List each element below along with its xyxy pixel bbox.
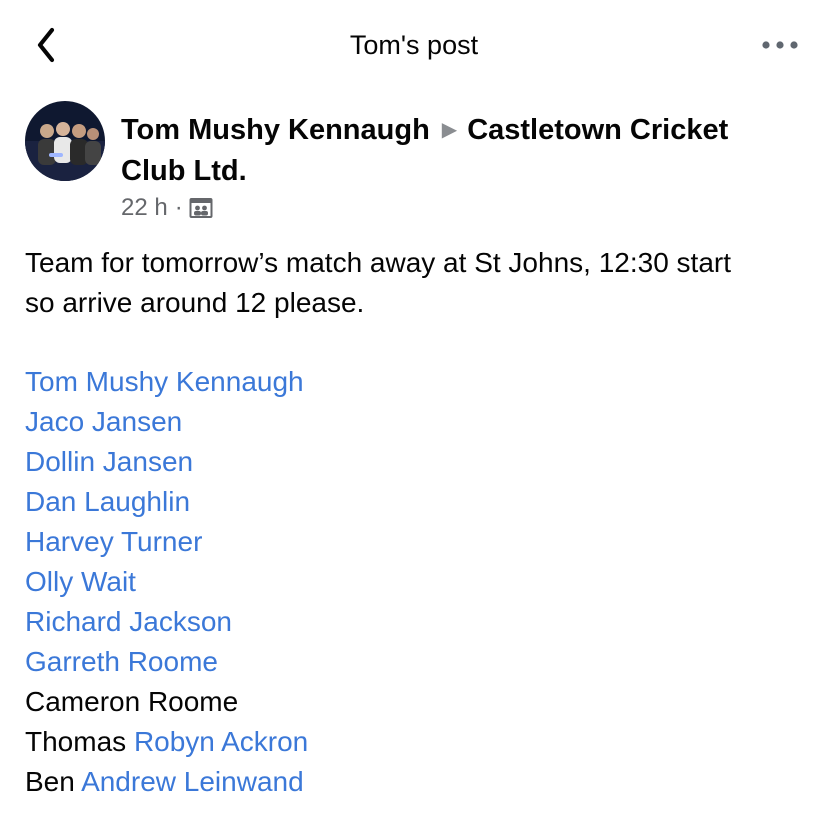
author-name[interactable]: Tom Mushy Kennaugh	[121, 114, 430, 146]
lineup-row: Thomas Robyn Ackron	[25, 722, 308, 762]
shared-to-arrow-icon: ▶	[441, 119, 458, 141]
separator-dot: ·	[174, 194, 183, 221]
page-title: Tom's post	[349, 30, 479, 60]
player-mention-link[interactable]: Andrew Leinwand	[81, 766, 304, 797]
lineup-row: Ben Andrew Leinwand	[25, 762, 308, 802]
player-mention-link[interactable]: Garreth Roome	[25, 646, 218, 677]
lineup-row: Jaco Jansen	[25, 402, 308, 442]
lineup-row: Tom Mushy Kennaugh	[25, 362, 308, 402]
player-mention-link[interactable]: Dollin Jansen	[25, 446, 193, 477]
post-body-line: Team for tomorrow’s match away at St Joh…	[25, 247, 732, 278]
player-name: Thomas	[25, 726, 127, 757]
more-options-button[interactable]	[760, 38, 800, 52]
player-mention-link[interactable]: Olly Wait	[25, 566, 136, 597]
post-header: Tom Mushy Kennaugh ▶ Castletown Cricket Cl…	[121, 110, 781, 192]
more-icon	[762, 41, 798, 49]
post-body-line: so arrive around 12 please.	[25, 287, 365, 318]
group-icon	[189, 196, 213, 220]
player-mention-link[interactable]: Jaco Jansen	[25, 406, 182, 437]
player-name: Ben	[25, 766, 75, 797]
player-mention-link[interactable]: Tom Mushy Kennaugh	[25, 366, 304, 397]
lineup-row: Garreth Roome	[25, 642, 308, 682]
top-bar: Tom's post	[0, 0, 828, 92]
player-mention-link[interactable]: Robyn Ackron	[134, 726, 308, 757]
lineup-row: Harvey Turner	[25, 522, 308, 562]
player-name: Cameron Roome	[25, 686, 239, 717]
avatar-photo	[25, 101, 105, 181]
lineup-row: Dollin Jansen	[25, 442, 308, 482]
author-avatar[interactable]	[25, 101, 105, 181]
post-meta: 22 h ·	[121, 194, 213, 222]
lineup-row: Cameron Roome	[25, 682, 308, 722]
post-timestamp[interactable]: 22 h	[121, 194, 168, 222]
lineup-row: Dan Laughlin	[25, 482, 308, 522]
player-mention-link[interactable]: Dan Laughlin	[25, 486, 190, 517]
team-lineup: Tom Mushy Kennaugh Jaco Jansen Dollin Jans…	[25, 362, 308, 802]
player-mention-link[interactable]: Richard Jackson	[25, 606, 232, 637]
lineup-row: Richard Jackson	[25, 602, 308, 642]
post-body: Team for tomorrow’s match away at St Joh…	[25, 243, 815, 323]
lineup-row: Olly Wait	[25, 562, 308, 602]
player-mention-link[interactable]: Harvey Turner	[25, 526, 202, 557]
